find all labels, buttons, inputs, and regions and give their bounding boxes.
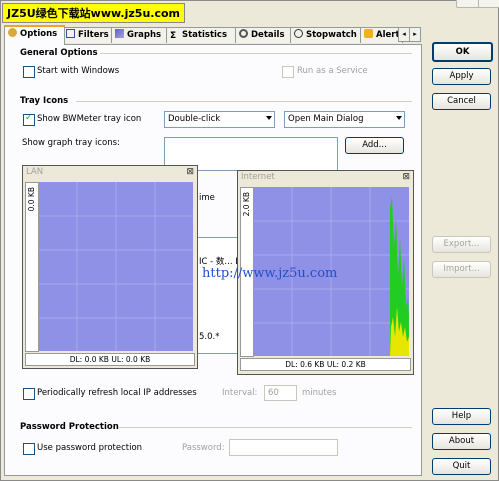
divider xyxy=(118,427,412,428)
password-label: Password: xyxy=(182,443,225,453)
start-with-windows-label: Start with Windows xyxy=(37,66,120,76)
watermark-url: http://www.jz5u.com xyxy=(202,266,338,281)
quit-button[interactable]: Quit xyxy=(432,458,491,475)
tab-options[interactable]: Options xyxy=(4,25,65,45)
chevron-right-icon: ▸ xyxy=(413,30,417,38)
lan-y-axis-label: 0.0 KB xyxy=(27,187,36,212)
refresh-ip-label: Periodically refresh local IP addresses xyxy=(37,388,197,398)
close-icon[interactable]: ⊠ xyxy=(402,172,410,182)
tab-options-label: Options xyxy=(20,29,58,39)
lan-plot-area xyxy=(39,182,193,351)
cancel-button[interactable]: Cancel xyxy=(432,93,491,110)
stopwatch-icon xyxy=(294,29,303,38)
divider xyxy=(76,101,412,102)
tab-scroll-right-button[interactable]: ▸ xyxy=(409,27,421,42)
import-button[interactable]: Import... xyxy=(432,261,491,278)
tab-strip: Options Filters Graphs Σ Statistics Detai… xyxy=(4,25,424,45)
add-graph-tray-icon-button[interactable]: Add... xyxy=(345,137,404,154)
details-icon xyxy=(239,29,248,38)
open-action-select[interactable]: Open Main Dialog xyxy=(284,111,405,128)
tab-alert[interactable]: Alert xyxy=(360,27,403,43)
divider xyxy=(100,53,412,54)
tab-details-label: Details xyxy=(251,30,285,40)
close-window-button[interactable] xyxy=(478,0,499,8)
use-password-label: Use password protection xyxy=(37,443,143,453)
statistics-icon: Σ xyxy=(170,31,177,41)
lan-y-axis: 0.0 KB xyxy=(25,182,39,352)
tab-stopwatch[interactable]: Stopwatch xyxy=(290,27,363,43)
lan-graph-footer: DL: 0.0 KB UL: 0.0 KB xyxy=(25,353,195,366)
tab-graphs[interactable]: Graphs xyxy=(111,27,169,43)
password-input[interactable] xyxy=(229,439,338,456)
ok-button[interactable]: OK xyxy=(432,42,493,62)
tab-stopwatch-label: Stopwatch xyxy=(306,30,357,40)
tab-graphs-label: Graphs xyxy=(127,30,162,40)
export-button[interactable]: Export... xyxy=(432,236,491,253)
lan-graph-window[interactable]: LAN ⊠ 0.0 KB DL: 0.0 KB UL: 0.0 KB xyxy=(22,165,198,369)
tray-icons-heading: Tray Icons xyxy=(20,96,69,106)
internet-graph-title: Internet xyxy=(238,171,413,184)
refresh-ip-checkbox[interactable] xyxy=(23,388,35,400)
show-tray-icon-label: Show BWMeter tray icon xyxy=(37,114,142,124)
password-protection-heading: Password Protection xyxy=(20,422,119,432)
general-options-heading: General Options xyxy=(20,48,98,58)
tab-filters-label: Filters xyxy=(78,30,109,40)
interval-unit-label: minutes xyxy=(302,388,337,398)
tab-statistics[interactable]: Σ Statistics xyxy=(166,27,238,43)
watermark-banner: JZ5U绿色下载站www.jz5u.com xyxy=(2,3,185,23)
use-password-checkbox[interactable] xyxy=(23,443,35,455)
show-tray-icon-checkbox[interactable] xyxy=(23,113,35,126)
chevron-left-icon: ◂ xyxy=(402,30,406,38)
options-icon xyxy=(8,28,17,37)
chevron-down-icon xyxy=(266,116,272,120)
help-button[interactable]: Help xyxy=(432,408,491,425)
start-with-windows-checkbox[interactable] xyxy=(23,66,35,78)
tab-details[interactable]: Details xyxy=(235,27,293,43)
interval-input[interactable]: 60 xyxy=(264,385,297,401)
chevron-down-icon xyxy=(396,116,402,120)
lan-graph-title: LAN xyxy=(23,166,197,179)
open-action-value: Open Main Dialog xyxy=(288,114,364,124)
partial-time-label: ime xyxy=(199,193,215,203)
graphs-icon xyxy=(115,29,124,38)
close-icon[interactable]: ⊠ xyxy=(186,167,194,177)
lan-grid xyxy=(39,182,193,351)
internet-graph-footer: DL: 0.6 KB UL: 0.2 KB xyxy=(240,358,411,371)
click-action-value: Double-click xyxy=(168,114,221,124)
filters-icon xyxy=(66,29,75,38)
tab-alert-label: Alert xyxy=(376,30,400,40)
tab-filters[interactable]: Filters xyxy=(62,27,114,43)
run-as-service-checkbox[interactable] xyxy=(282,66,294,78)
internet-y-axis-label: 2.0 KB xyxy=(242,192,251,217)
click-action-select[interactable]: Double-click xyxy=(164,111,275,128)
interval-label: Interval: xyxy=(222,388,258,398)
partial-list-version: 5.0.* xyxy=(199,332,220,342)
show-graph-tray-icons-label: Show graph tray icons: xyxy=(22,138,120,148)
tab-statistics-label: Statistics xyxy=(182,30,228,40)
about-button[interactable]: About xyxy=(432,433,491,450)
apply-button[interactable]: Apply xyxy=(432,68,491,85)
alert-icon xyxy=(364,29,373,38)
run-as-service-label: Run as a Service xyxy=(297,66,368,76)
